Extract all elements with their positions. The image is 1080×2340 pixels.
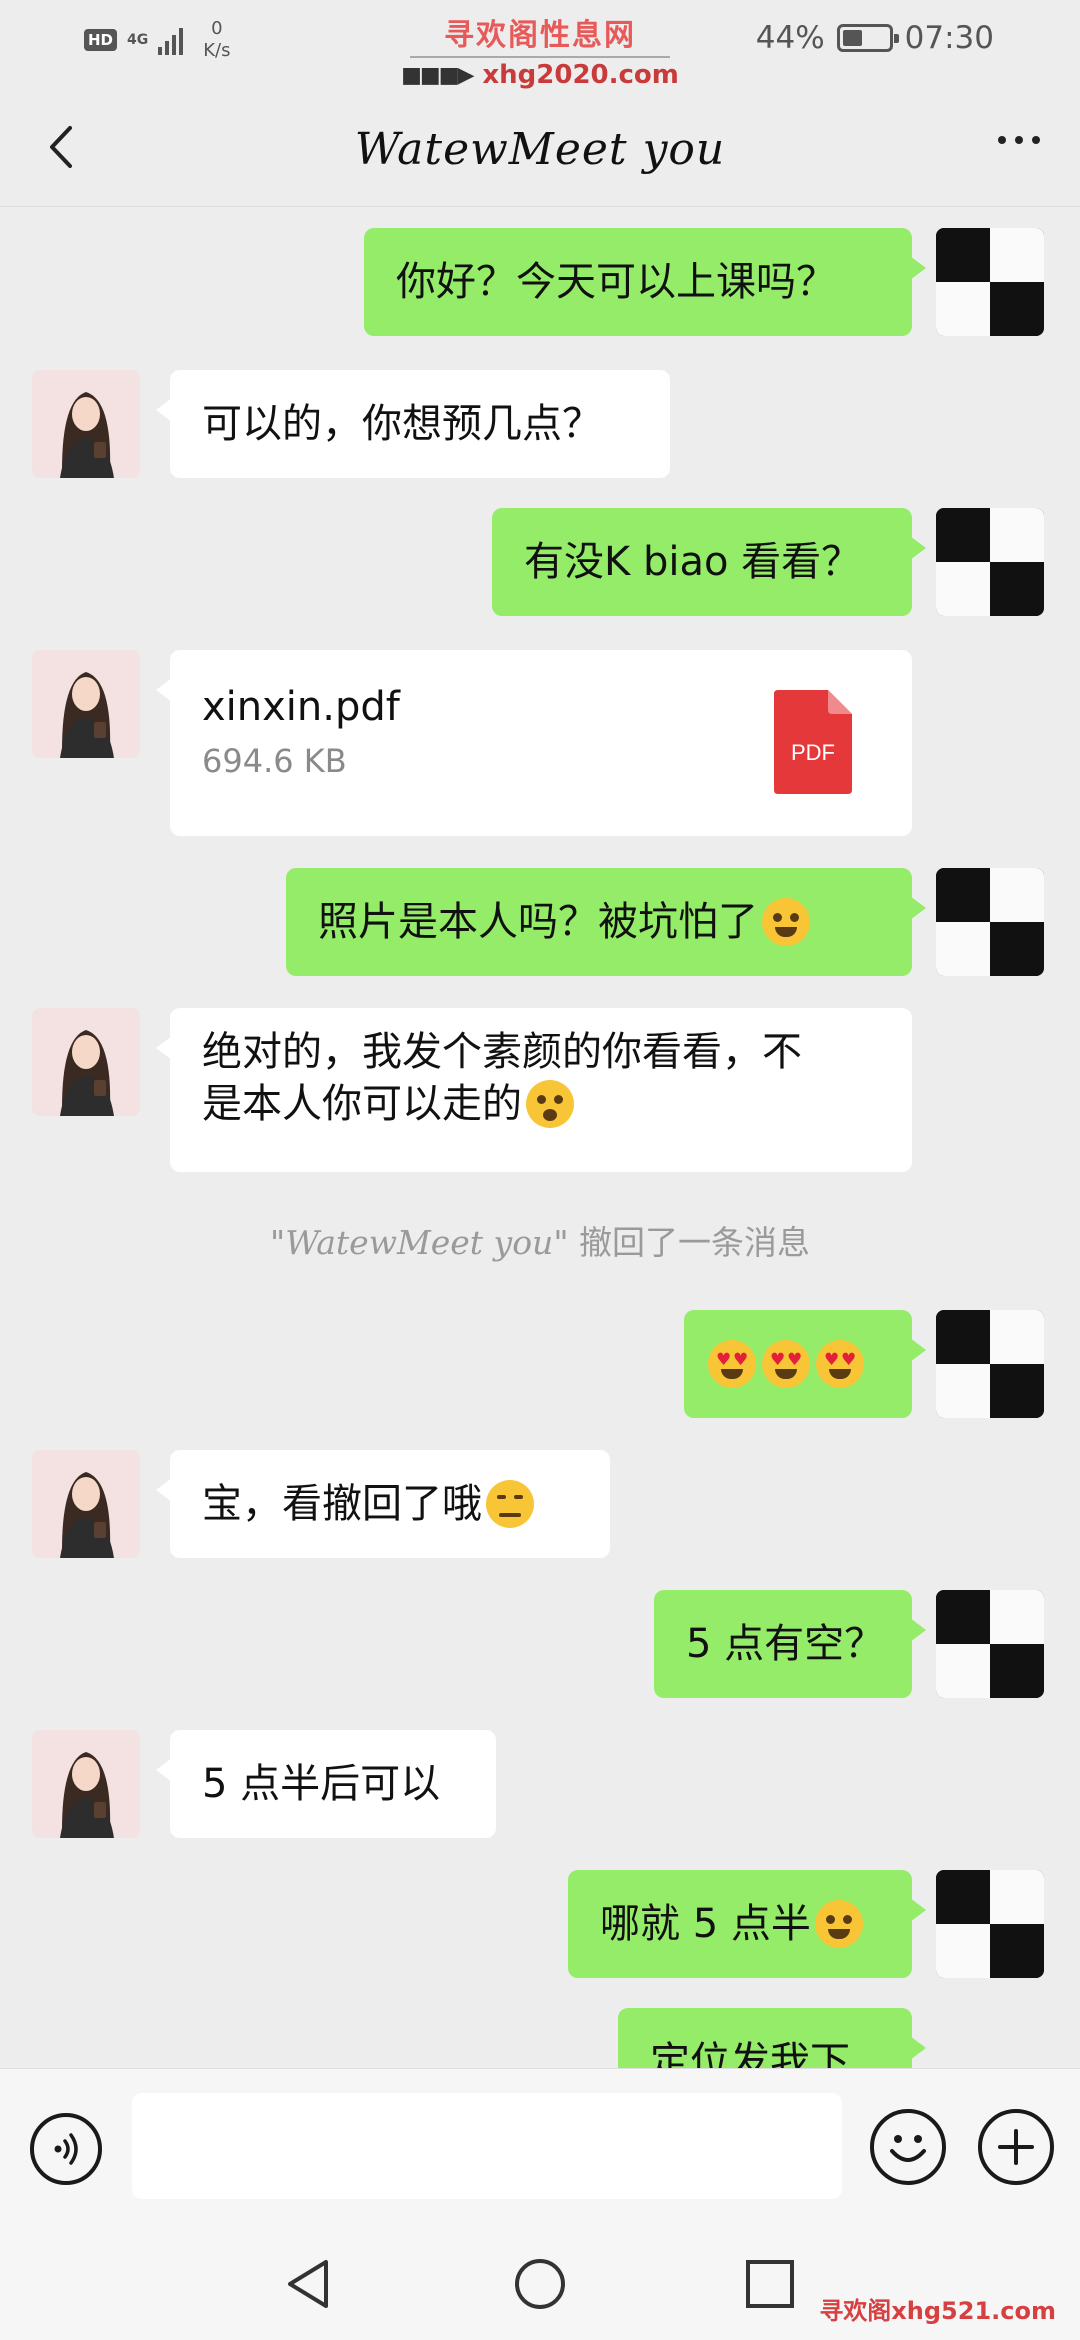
laughing-tears-emoji-icon	[762, 898, 810, 946]
heart-eyes-emoji-icon: ♥ ♥	[762, 1340, 810, 1388]
message-text: 哪就 5 点半	[600, 1901, 811, 1947]
message-bubble-received[interactable]: 宝，看撤回了哦	[156, 1450, 610, 1558]
signal-icon	[158, 25, 184, 55]
chat-title: WatewMeet you	[354, 123, 726, 175]
recall-notice-text: 撤回了一条消息	[568, 1223, 810, 1262]
voice-button[interactable]	[30, 2113, 102, 2185]
message-bubble-received[interactable]: 绝对的，我发个素颜的你看看，不 是本人你可以走的	[156, 1008, 912, 1172]
chat-header: WatewMeet you	[0, 90, 1080, 208]
message-bubble-received[interactable]: 5 点半后可以	[156, 1730, 496, 1838]
message-text-line1: 绝对的，我发个素颜的你看看，不	[202, 1029, 802, 1075]
header-divider	[0, 206, 1080, 207]
battery-icon	[836, 24, 899, 52]
watermark-title: 寻欢阁性息网	[444, 18, 636, 53]
watermark-divider	[410, 56, 670, 58]
message-bubble-sent[interactable]: 5 点有空？	[654, 1590, 926, 1698]
message-text-line2: 是本人你可以走的	[202, 1081, 522, 1127]
avatar-contact-image	[32, 1008, 140, 1116]
hd-badge: HD	[84, 29, 118, 51]
heart-eyes-emoji-icon: ♥ ♥	[708, 1340, 756, 1388]
avatar-contact-image	[32, 1450, 140, 1558]
avatar-self[interactable]	[936, 1870, 1044, 1978]
avatar-contact[interactable]	[32, 650, 140, 758]
watermark-url-row: ■■■▶ xhg2020.com	[400, 60, 680, 90]
more-horizontal-icon[interactable]	[998, 136, 1040, 144]
system-nav-bar: 寻欢阁xhg521.com	[0, 2228, 1080, 2340]
avatar-self[interactable]	[936, 1590, 1044, 1698]
watermark-arrow-icon: ■■■▶	[401, 62, 474, 88]
chat-screen: HD 4G 0 K/s 44% 07:30 寻欢阁性息网 ■■■▶ xhg202…	[0, 0, 1080, 2340]
status-right: 44% 07:30	[756, 20, 994, 56]
message-bubble-sent[interactable]: 哪就 5 点半	[568, 1870, 926, 1978]
avatar-contact-image	[32, 370, 140, 478]
avatar-self-image	[936, 1310, 1044, 1418]
message-bubble-sent[interactable]: 你好？今天可以上课吗？	[364, 228, 926, 336]
avatar-contact-image	[32, 1730, 140, 1838]
smirk-emoji-icon	[486, 1480, 534, 1528]
recall-notice-quote-open: "	[270, 1223, 286, 1262]
message-text: 5 点有空？	[686, 1621, 885, 1667]
recall-notice: "WatewMeet you" 撤回了一条消息	[0, 1216, 1080, 1264]
avatar-self-image	[936, 508, 1044, 616]
plus-circle-icon	[998, 2129, 1034, 2165]
avatar-self-image	[936, 1590, 1044, 1698]
message-text-line2-row: 是本人你可以走的	[202, 1078, 574, 1130]
network-type: 4G	[127, 32, 149, 48]
avatar-self[interactable]	[936, 508, 1044, 616]
avatar-self-image	[936, 1870, 1044, 1978]
plus-button[interactable]	[978, 2109, 1054, 2185]
avatar-contact[interactable]	[32, 1730, 140, 1838]
file-name: xinxin.pdf	[202, 684, 400, 730]
avatar-self[interactable]	[936, 228, 1044, 336]
recall-notice-quote-close: "	[553, 1223, 569, 1262]
message-text: 5 点半后可以	[202, 1761, 441, 1807]
avatar-self-image	[936, 868, 1044, 976]
chevron-left-icon[interactable]	[38, 122, 88, 172]
circle-home-icon[interactable]	[510, 2254, 570, 2314]
status-left: HD 4G 0 K/s	[84, 18, 231, 62]
battery-percent: 44%	[755, 20, 825, 56]
chat-input-bar	[0, 2068, 1080, 2228]
square-recents-icon[interactable]	[740, 2254, 800, 2314]
avatar-self[interactable]	[936, 868, 1044, 976]
message-text: 可以的，你想预几点？	[202, 401, 602, 447]
message-text: 宝，看撤回了哦	[202, 1481, 482, 1527]
network-speed-unit: K/s	[203, 40, 231, 61]
avatar-contact-image	[32, 650, 140, 758]
message-bubble-sent[interactable]: 有没K biao 看看？	[492, 508, 926, 616]
pdf-file-icon: PDF	[774, 690, 852, 794]
shushing-emoji-icon	[526, 1080, 574, 1128]
hugging-emoji-icon	[814, 1900, 863, 1948]
message-text: 有没K biao 看看？	[524, 539, 862, 585]
message-text: 你好？今天可以上课吗？	[396, 259, 836, 305]
emoji-button[interactable]	[870, 2109, 946, 2185]
smiley-icon	[890, 2135, 926, 2162]
watermark-bottom: 寻欢阁xhg521.com	[819, 2297, 1056, 2325]
file-size: 694.6 KB	[202, 742, 347, 780]
avatar-contact[interactable]	[32, 1008, 140, 1116]
avatar-contact[interactable]	[32, 1450, 140, 1558]
network-speed-value: 0	[211, 18, 223, 39]
message-bubble-sent[interactable]: 照片是本人吗？被坑怕了	[286, 868, 926, 976]
watermark-url: xhg2020.com	[482, 60, 679, 90]
avatar-self-image	[936, 228, 1044, 336]
heart-eyes-emoji-icon: ♥ ♥	[816, 1340, 864, 1388]
message-text: 照片是本人吗？被坑怕了	[318, 899, 758, 945]
watermark-top: 寻欢阁性息网 ■■■▶ xhg2020.com	[400, 10, 680, 90]
network-speed: 0 K/s	[203, 18, 230, 62]
avatar-contact[interactable]	[32, 370, 140, 478]
battery-fill	[842, 30, 862, 46]
clock: 07:30	[904, 20, 994, 56]
pdf-icon-label: PDF	[791, 740, 835, 765]
recall-notice-name: WatewMeet you	[285, 1223, 554, 1262]
message-bubble-received[interactable]: 可以的，你想预几点？	[156, 370, 670, 478]
avatar-self[interactable]	[936, 1310, 1044, 1418]
message-input[interactable]	[132, 2093, 842, 2199]
voice-icon	[54, 2133, 78, 2165]
triangle-back-icon[interactable]	[280, 2254, 340, 2314]
file-message-card[interactable]: xinxin.pdf 694.6 KB PDF	[156, 650, 912, 836]
message-bubble-sent[interactable]: ♥ ♥ ♥ ♥ ♥ ♥	[684, 1310, 926, 1418]
